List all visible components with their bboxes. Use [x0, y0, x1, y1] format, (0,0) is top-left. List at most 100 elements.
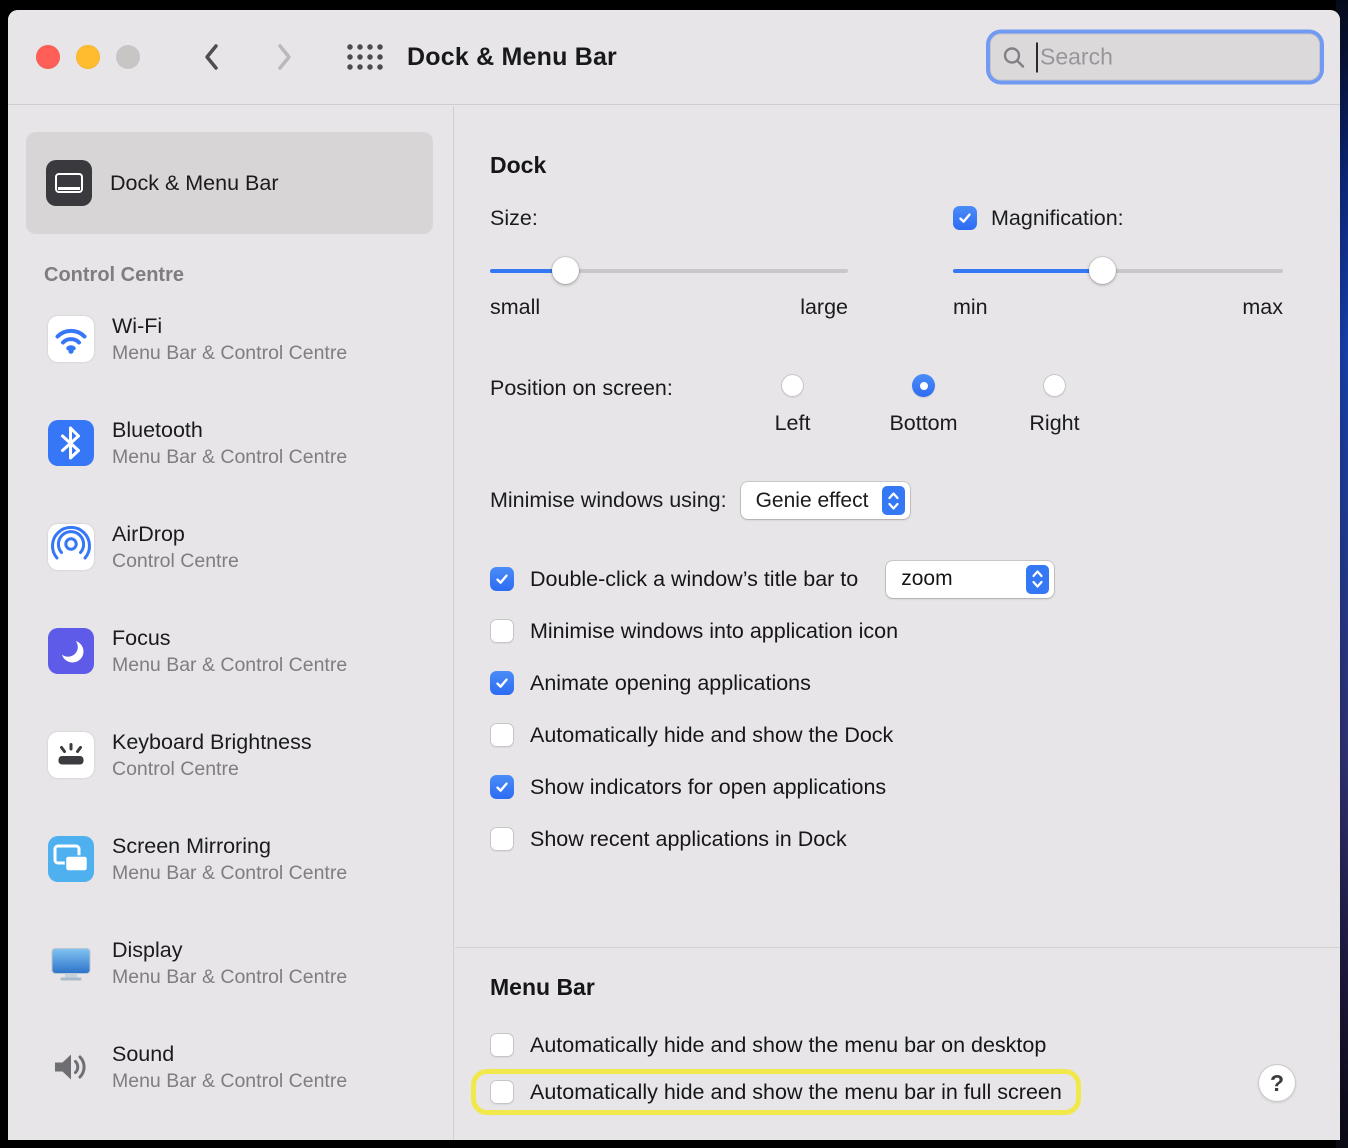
sidebar-item-label: Display: [112, 937, 183, 962]
titlebar: Dock & Menu Bar Search: [8, 10, 1340, 105]
dock-settings-list: Double-click a window’s title bar to zoom…: [490, 553, 1340, 865]
sidebar-item-list: Wi-Fi Menu Bar & Control Centre Bluetoot…: [8, 287, 453, 1119]
automatically-hide-and-show-the-dock-checkbox[interactable]: [490, 723, 514, 747]
slider-thumb[interactable]: [552, 257, 580, 284]
double-click-a-window-s-title-bar-to-checkbox[interactable]: [490, 567, 514, 591]
checkbox-label: Automatically hide and show the Dock: [530, 722, 894, 747]
search-input[interactable]: Search: [990, 33, 1320, 81]
menu-bar-heading: Menu Bar: [490, 974, 595, 1000]
check-icon: [496, 678, 508, 688]
minimise-windows-into-application-icon-checkbox[interactable]: [490, 619, 514, 643]
magnification-label: Magnification:: [991, 205, 1124, 230]
dock-section-heading: Dock: [490, 152, 547, 178]
sidebar-item-display[interactable]: Display Menu Bar & Control Centre: [8, 911, 453, 1015]
position-radio-group: Left Bottom Right: [727, 374, 1120, 436]
magnification-min-label: min: [953, 295, 988, 319]
sidebar-item-keyboard-brightness[interactable]: Keyboard Brightness Control Centre: [8, 703, 453, 807]
sidebar-item-bluetooth[interactable]: Bluetooth Menu Bar & Control Centre: [8, 391, 453, 495]
magnification-slider[interactable]: [953, 257, 1283, 285]
show-recent-applications-in-dock-checkbox[interactable]: [490, 827, 514, 851]
sidebar-item-label: AirDrop: [112, 521, 185, 546]
wifi-icon: [48, 316, 94, 362]
check-icon: [496, 574, 508, 584]
automatically-hide-and-show-the-menu-bar-on-desktop-checkbox[interactable]: [490, 1033, 514, 1057]
sidebar: Dock & Menu Bar Control Centre Wi-Fi Men…: [8, 106, 454, 1140]
sidebar-item-subtitle: Menu Bar & Control Centre: [112, 965, 348, 988]
sidebar-item-subtitle: Control Centre: [112, 549, 239, 572]
setting-row[interactable]: Minimise windows into application icon: [490, 605, 1340, 657]
show-all-preferences-button[interactable]: [345, 42, 385, 72]
focus-icon: [48, 628, 94, 674]
help-button[interactable]: ?: [1258, 1064, 1296, 1102]
sidebar-item-dock-menu-bar[interactable]: Dock & Menu Bar: [26, 132, 433, 234]
position-option-right[interactable]: Right: [989, 374, 1120, 436]
search-icon: [1003, 46, 1025, 68]
radio-button[interactable]: [781, 374, 804, 397]
automatically-hide-and-show-the-menu-bar-in-full-screen-checkbox[interactable]: [490, 1080, 514, 1104]
sidebar-item-focus[interactable]: Focus Menu Bar & Control Centre: [8, 599, 453, 703]
checkbox-label: Show indicators for open applications: [530, 774, 887, 799]
sidebar-item-label: Bluetooth: [112, 417, 203, 442]
setting-row[interactable]: Double-click a window’s title bar to zoom: [490, 553, 1340, 605]
dock-menu-bar-icon: [46, 160, 92, 206]
sidebar-item-label: Keyboard Brightness: [112, 729, 312, 754]
dock-size-control: Size: small large: [490, 203, 848, 320]
minimize-window-button[interactable]: [76, 45, 100, 69]
sound-icon: [48, 1044, 94, 1090]
minimise-effect-dropdown[interactable]: Genie effect: [740, 482, 911, 519]
setting-row[interactable]: Automatically hide and show the Dock: [490, 709, 1340, 761]
preferences-window: Dock & Menu Bar Search Dock & Menu Bar C…: [8, 10, 1340, 1140]
minimise-using-label: Minimise windows using:: [490, 488, 727, 512]
radio-label: Right: [1029, 411, 1080, 435]
sidebar-item-wi-fi[interactable]: Wi-Fi Menu Bar & Control Centre: [8, 287, 453, 391]
dock-magnification-control: Magnification: min max: [953, 203, 1283, 320]
size-label: Size:: [490, 205, 538, 230]
sidebar-item-label: Dock & Menu Bar: [110, 170, 279, 195]
display-icon: [48, 940, 94, 986]
sidebar-item-label: Wi-Fi: [112, 313, 163, 338]
dropdown-value: zoom: [901, 567, 953, 590]
position-option-left[interactable]: Left: [727, 374, 858, 436]
setting-row[interactable]: Show recent applications in Dock: [490, 813, 1340, 865]
window-controls: [36, 45, 140, 69]
show-indicators-for-open-applications-checkbox[interactable]: [490, 775, 514, 799]
position-label: Position on screen:: [490, 376, 673, 400]
size-slider[interactable]: [490, 257, 848, 285]
sidebar-item-label: Screen Mirroring: [112, 833, 271, 858]
sidebar-item-sound[interactable]: Sound Menu Bar & Control Centre: [8, 1015, 453, 1119]
back-button[interactable]: [202, 42, 220, 72]
magnification-max-label: max: [1242, 295, 1283, 319]
close-window-button[interactable]: [36, 45, 60, 69]
slider-track[interactable]: [490, 269, 848, 273]
dropdown-chevrons-icon: [1026, 564, 1050, 594]
keyboard-brightness-icon: [48, 732, 94, 778]
checkbox-label: Automatically hide and show the menu bar…: [530, 1079, 1062, 1104]
highlighted-setting-row[interactable]: Automatically hide and show the menu bar…: [471, 1069, 1081, 1115]
position-option-bottom[interactable]: Bottom: [858, 374, 989, 436]
forward-button[interactable]: [276, 42, 294, 72]
setting-row[interactable]: Animate opening applications: [490, 657, 1340, 709]
screen-mirroring-icon: [48, 836, 94, 882]
slider-fill: [953, 269, 1102, 273]
setting-row[interactable]: Automatically hide and show the menu bar…: [490, 1023, 1340, 1067]
sidebar-item-subtitle: Menu Bar & Control Centre: [112, 341, 348, 364]
minimise-windows-using-row: Minimise windows using: Genie effect: [490, 482, 1340, 519]
slider-thumb[interactable]: [1088, 257, 1116, 284]
radio-button[interactable]: [912, 374, 935, 397]
zoom-window-button[interactable]: [116, 45, 140, 69]
double-click-a-window-s-title-bar-to-dropdown[interactable]: zoom: [886, 560, 1055, 598]
chevron-left-icon: [205, 44, 218, 70]
animate-opening-applications-checkbox[interactable]: [490, 671, 514, 695]
size-min-label: small: [490, 295, 541, 319]
magnification-checkbox[interactable]: [953, 206, 977, 230]
sidebar-item-airdrop[interactable]: AirDrop Control Centre: [8, 495, 453, 599]
airdrop-icon: [48, 524, 94, 570]
sidebar-item-screen-mirroring[interactable]: Screen Mirroring Menu Bar & Control Cent…: [8, 807, 453, 911]
radio-button[interactable]: [1043, 374, 1066, 397]
main-panel: Dock Size: small large Magnification: mi…: [455, 106, 1340, 1140]
setting-row[interactable]: Show indicators for open applications: [490, 761, 1340, 813]
slider-track[interactable]: [953, 269, 1283, 273]
dropdown-chevrons-icon: [882, 486, 906, 515]
sidebar-item-subtitle: Menu Bar & Control Centre: [112, 653, 348, 676]
sidebar-item-subtitle: Menu Bar & Control Centre: [112, 445, 348, 468]
